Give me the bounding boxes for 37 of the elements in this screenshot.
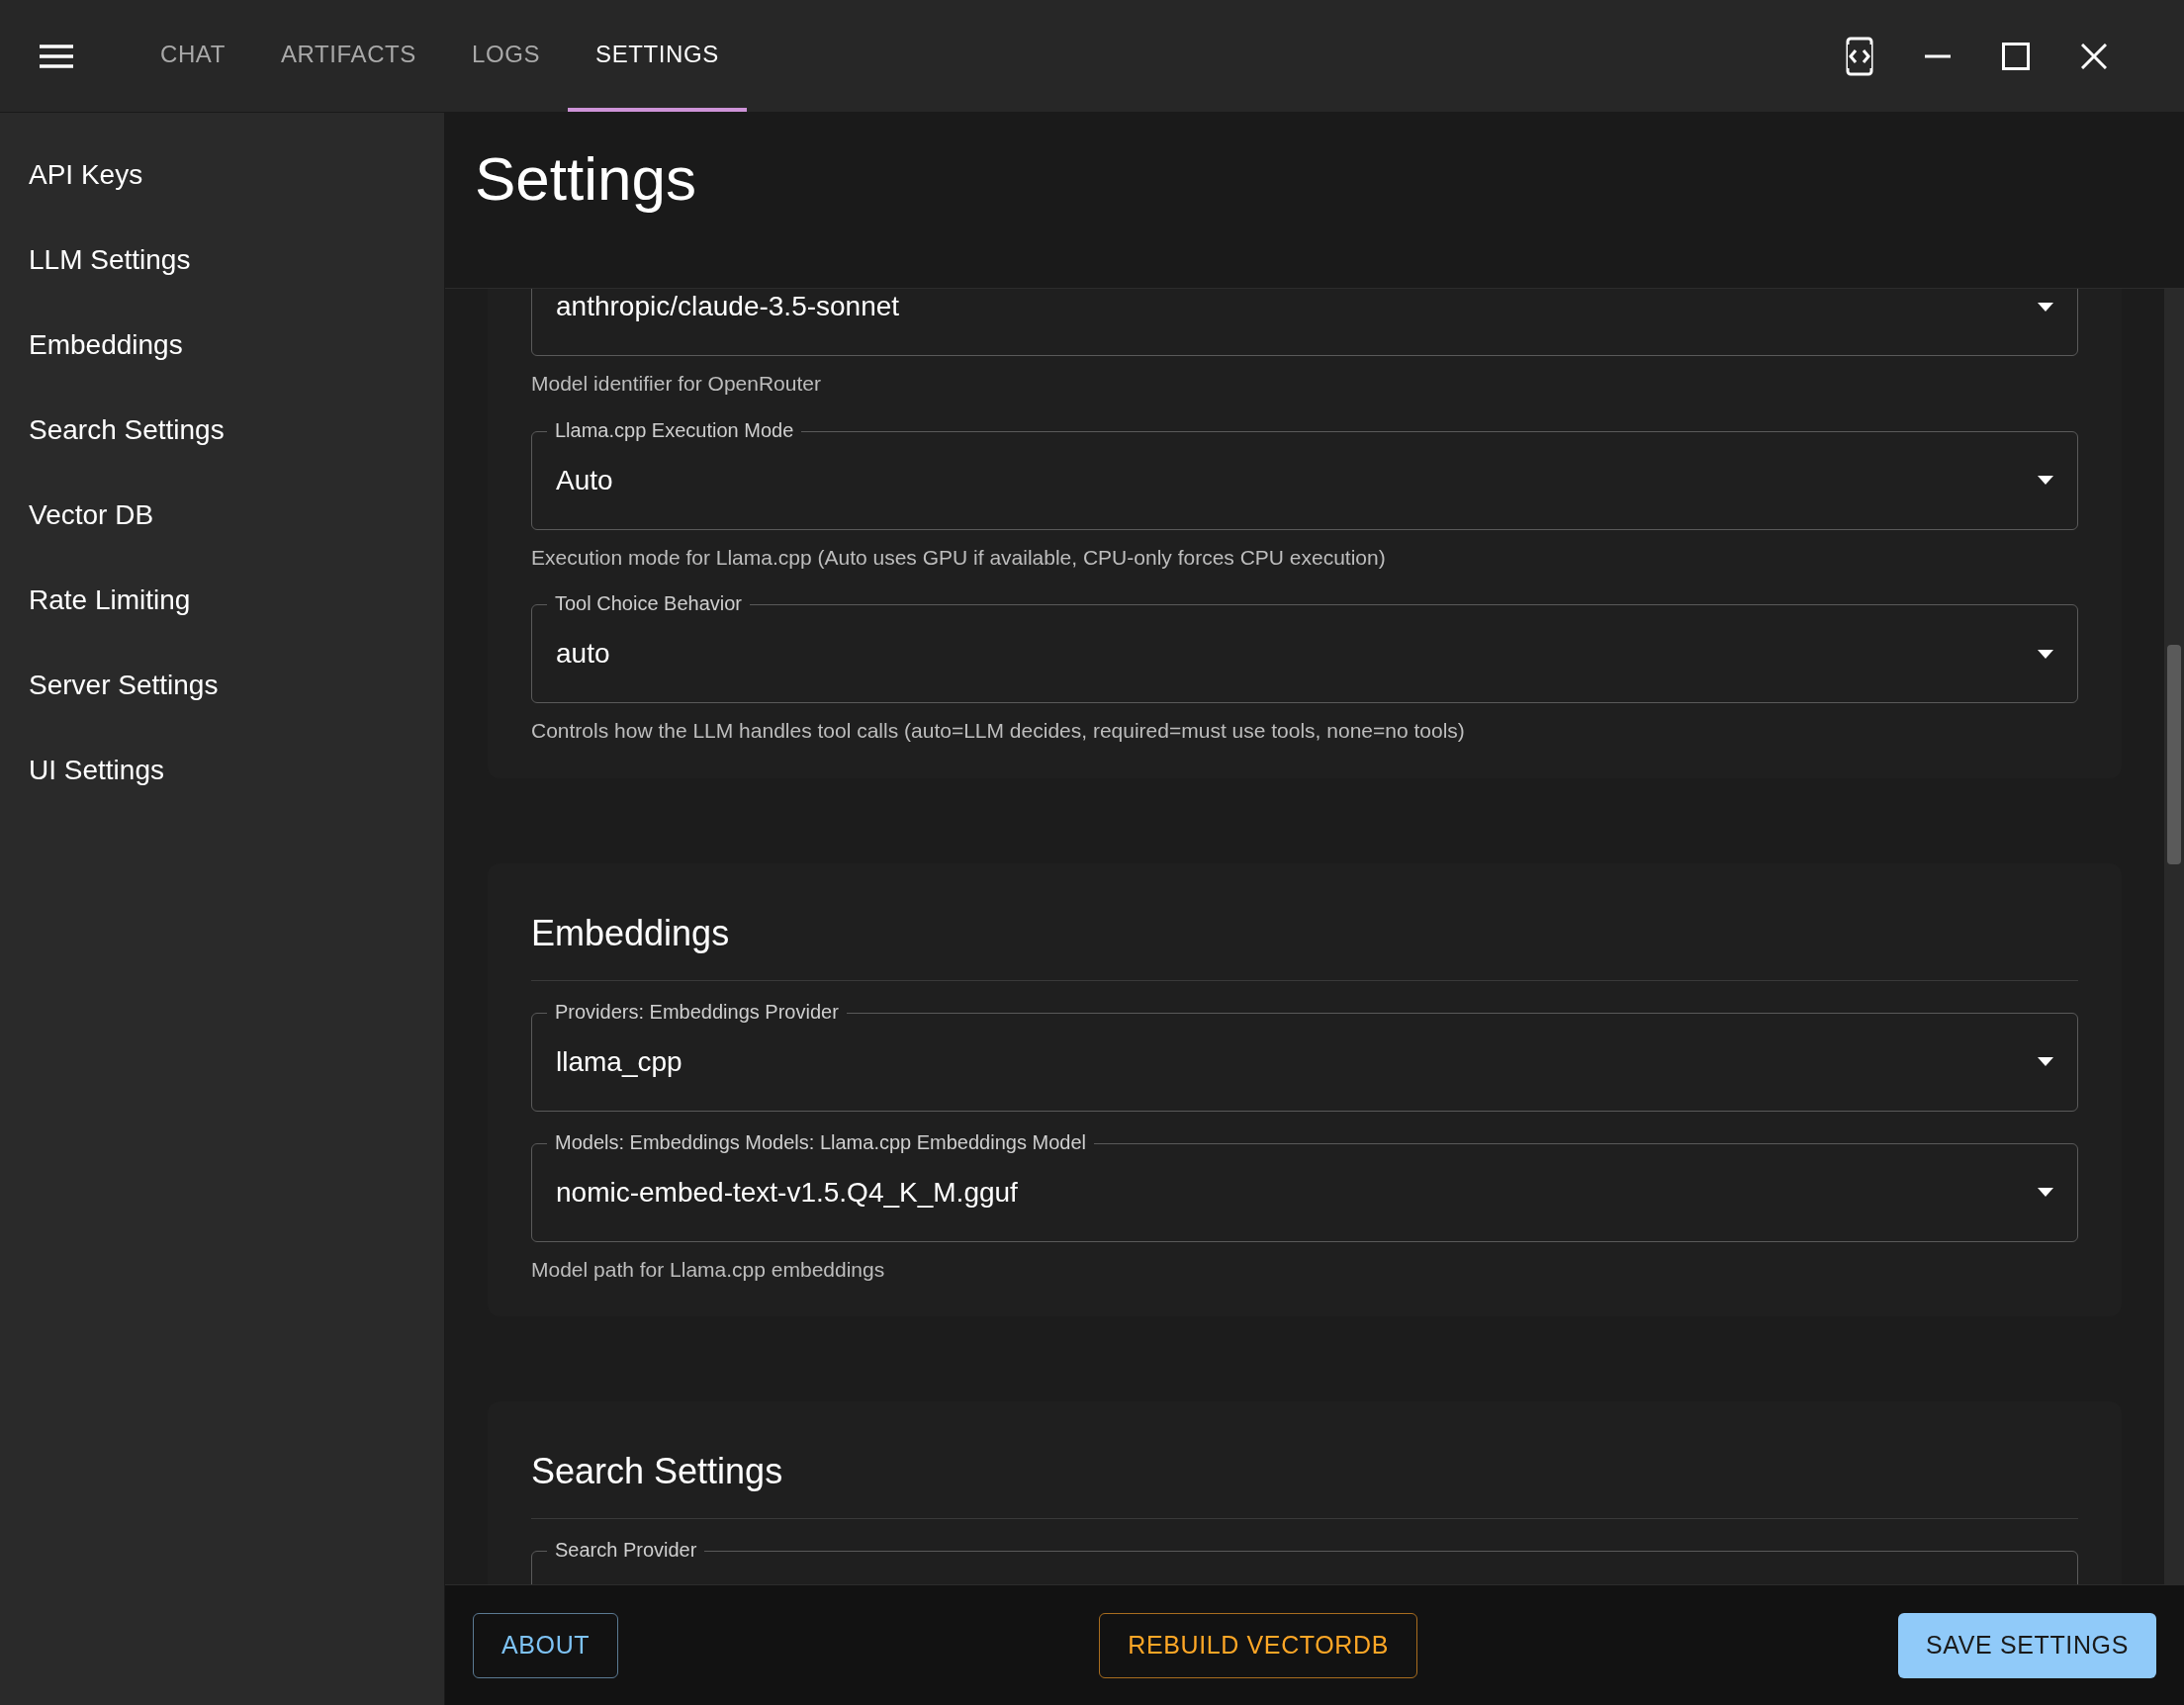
maximize-icon[interactable] [2002, 42, 2030, 70]
menu-icon[interactable] [40, 44, 73, 68]
sidebar-item[interactable]: Vector DB [0, 473, 444, 558]
minimize-icon[interactable] [1925, 53, 1951, 58]
sidebar-item[interactable]: Server Settings [0, 643, 444, 728]
footer-button[interactable]: REBUILD VECTORDB [1099, 1612, 1418, 1678]
sidebar-item[interactable]: UI Settings [0, 728, 444, 813]
helper-text: Execution mode for Llama.cpp (Auto uses GPU if available, CPU-only forces CPU execution) [531, 544, 1387, 571]
field-value: anthropic/claude-3.5-sonnet [556, 290, 900, 323]
field-value: Auto [556, 463, 613, 497]
sidebar-item[interactable]: LLM Settings [0, 218, 444, 303]
helper-text: Model path for Llama.cpp embeddings [531, 1256, 886, 1283]
caret-down-icon [2038, 302, 2053, 312]
page-title: Settings [475, 143, 698, 215]
caret-down-icon [2038, 1188, 2053, 1197]
nav-tab[interactable]: CHAT [133, 0, 253, 112]
section-title: Search Settings [531, 1445, 2078, 1519]
caret-down-icon [2038, 649, 2053, 659]
device-code-icon[interactable] [1846, 36, 1873, 76]
caret-down-icon [2038, 1057, 2053, 1066]
sidebar-item[interactable]: API Keys [0, 133, 444, 218]
field-value: auto [556, 637, 610, 671]
section-title: Embeddings [531, 906, 2078, 981]
nav-tab[interactable]: LOGS [443, 0, 569, 112]
footer-button[interactable]: SAVE SETTINGS [1898, 1612, 2156, 1678]
helper-text: Controls how the LLM handles tool calls (auto=LLM decides, required=must use tools, none=no tools) [531, 718, 1466, 744]
nav-tab[interactable]: ARTIFACTS [252, 0, 444, 112]
caret-down-icon [2038, 476, 2053, 485]
select-field[interactable]: anthropic/claude-3.5-sonnet [531, 289, 2078, 356]
helper-text: Model identifier for OpenRouter [531, 371, 822, 397]
footer-button[interactable]: ABOUT [473, 1612, 619, 1678]
sidebar-item[interactable]: Rate Limiting [0, 558, 444, 643]
sidebar-item[interactable]: Search Settings [0, 388, 444, 473]
close-icon[interactable] [2081, 43, 2107, 69]
field-value: llama_cpp [556, 1044, 682, 1079]
sidebar-item[interactable]: Embeddings [0, 303, 444, 388]
field-value: nomic-embed-text-v1.5.Q4_K_M.gguf [556, 1175, 1018, 1210]
